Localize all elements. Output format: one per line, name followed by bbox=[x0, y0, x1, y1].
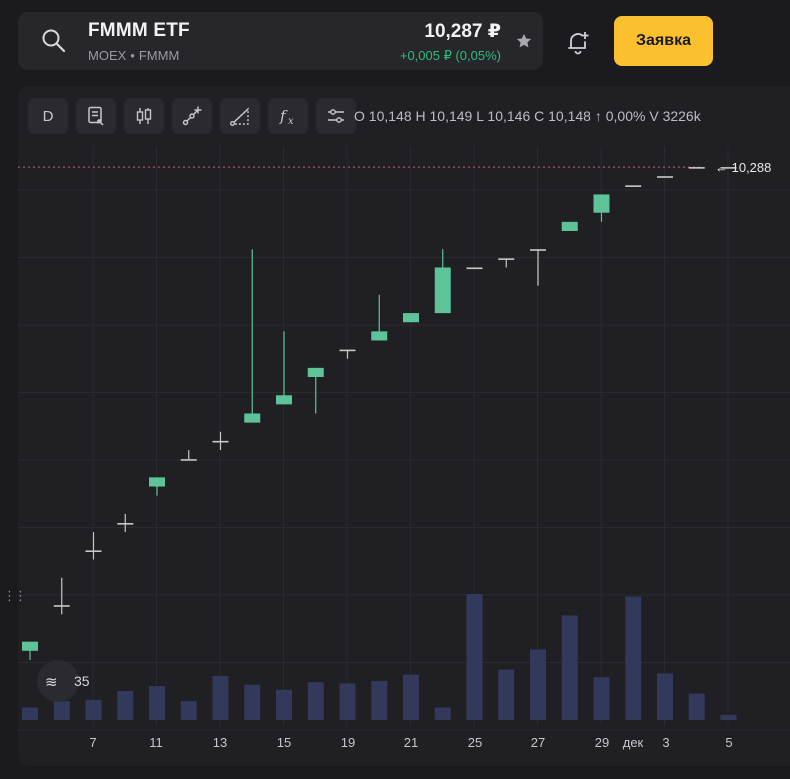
volume-bar bbox=[307, 682, 324, 720]
fib-tool-icon[interactable] bbox=[220, 98, 260, 134]
candle-body bbox=[307, 367, 324, 377]
candle-body bbox=[212, 440, 229, 443]
volume-bar bbox=[466, 594, 483, 720]
candlestick-chart[interactable]: ← 10,288≋ 357 11 13 15 19 21 25 27 29 дек 3 5 bbox=[18, 86, 790, 766]
x-tick-label: 3 bbox=[662, 735, 669, 750]
x-tick-label: 15 bbox=[277, 735, 291, 750]
ohlc-readout: O 10,148 H 10,149 L 10,146 C 10,148 ↑ 0,… bbox=[354, 108, 701, 124]
candle-body bbox=[244, 413, 261, 423]
candle-body bbox=[530, 249, 546, 251]
price-change: +0,005 ₽ (0,05%) bbox=[399, 48, 501, 63]
interval-button[interactable]: D bbox=[28, 98, 68, 134]
x-tick-label: 7 bbox=[89, 735, 96, 750]
candle-body bbox=[117, 523, 134, 525]
candle-body bbox=[53, 605, 70, 607]
logo-icon: ≋ bbox=[45, 673, 58, 691]
current-price: 10,287 ₽ bbox=[424, 21, 501, 42]
svg-text:x: x bbox=[288, 116, 294, 127]
volume-bar bbox=[371, 680, 388, 720]
volume-bar bbox=[180, 701, 197, 720]
volume-bar bbox=[720, 714, 737, 720]
candle-body bbox=[466, 267, 483, 270]
candle-body bbox=[180, 459, 197, 461]
volume-bar bbox=[85, 699, 102, 720]
candle-body bbox=[371, 331, 388, 341]
search-icon[interactable] bbox=[40, 27, 68, 55]
panel-drag-handle[interactable]: ⋮⋮ bbox=[3, 588, 27, 604]
candle-body bbox=[22, 641, 38, 651]
change-value: ↑ 0,00% bbox=[594, 108, 646, 124]
notes-icon[interactable] bbox=[76, 98, 116, 134]
volume-bar bbox=[212, 675, 229, 720]
star-icon[interactable] bbox=[515, 32, 533, 50]
volume-bar bbox=[593, 677, 610, 720]
chart-panel[interactable]: ← 10,288 ≋ 35 7 11 13 15 19 21 25 27 29 дек 3 5 D fx O… bbox=[18, 86, 790, 766]
candle-body bbox=[561, 221, 578, 231]
candle-body bbox=[276, 395, 292, 405]
low-value: 10,146 bbox=[487, 108, 531, 124]
candle-body bbox=[498, 258, 515, 260]
indicators-icon[interactable]: fx bbox=[268, 98, 308, 134]
last-price-label: ← 10,288 bbox=[715, 160, 771, 175]
x-tick-label: 25 bbox=[468, 735, 482, 750]
x-tick-label: 19 bbox=[341, 735, 355, 750]
svg-text:f: f bbox=[279, 107, 288, 125]
order-button[interactable]: Заявка bbox=[614, 16, 713, 66]
close-value: 10,148 bbox=[548, 108, 591, 124]
x-tick-label: дек bbox=[623, 735, 644, 750]
settings-sliders-icon[interactable] bbox=[316, 98, 356, 134]
candle-body bbox=[434, 267, 451, 314]
logo-badge bbox=[37, 660, 79, 702]
instrument-subtitle: MOEX • FMMM bbox=[88, 48, 179, 63]
instrument-name: FMMM ETF bbox=[88, 20, 190, 41]
x-tick-label: 11 bbox=[149, 735, 163, 750]
volume-bar bbox=[149, 685, 165, 720]
candle-body bbox=[657, 176, 673, 178]
candle-body bbox=[85, 550, 102, 553]
volume-bar bbox=[22, 707, 38, 720]
candle-body bbox=[149, 477, 165, 487]
volume-bar bbox=[625, 596, 642, 720]
open-value: 10,148 bbox=[368, 108, 412, 124]
candle-body bbox=[688, 167, 705, 169]
volume-label: V bbox=[649, 108, 659, 124]
exchange-label: MOEX bbox=[88, 48, 127, 63]
volume-bar bbox=[657, 673, 673, 720]
separator-dot: • bbox=[130, 48, 135, 63]
instrument-header: FMMM ETF MOEX • FMMM 10,287 ₽ +0,005 ₽ (0,… bbox=[18, 12, 543, 70]
open-label: O bbox=[354, 108, 365, 124]
volume-bar bbox=[117, 691, 134, 720]
candle-body bbox=[403, 313, 419, 323]
ticker-code: FMMM bbox=[138, 48, 180, 63]
bell-plus-icon[interactable] bbox=[563, 28, 593, 58]
volume-bar bbox=[561, 615, 578, 720]
x-tick-label: 27 bbox=[531, 735, 545, 750]
volume-bar bbox=[244, 684, 261, 720]
volume-value: 3226k bbox=[662, 108, 701, 124]
high-label: H bbox=[415, 108, 426, 124]
volume-bar bbox=[498, 669, 515, 720]
high-value: 10,149 bbox=[429, 108, 473, 124]
left-price-label: 35 bbox=[74, 673, 90, 689]
candle-body bbox=[625, 185, 642, 187]
x-tick-label: 13 bbox=[213, 735, 227, 750]
x-tick-label: 29 bbox=[595, 735, 609, 750]
volume-bar bbox=[434, 707, 451, 720]
candles-icon[interactable] bbox=[124, 98, 164, 134]
trend-line-icon[interactable] bbox=[172, 98, 212, 134]
volume-bar bbox=[530, 649, 546, 720]
volume-bar bbox=[53, 701, 70, 720]
x-tick-label: 5 bbox=[725, 735, 732, 750]
x-tick-label: 21 bbox=[404, 735, 418, 750]
volume-bar bbox=[403, 674, 419, 720]
candle-body bbox=[593, 194, 610, 213]
volume-bar bbox=[688, 693, 705, 720]
volume-bar bbox=[339, 683, 356, 720]
volume-bar bbox=[276, 689, 292, 720]
low-label: L bbox=[476, 108, 484, 124]
chart-toolbar: D fx bbox=[28, 98, 356, 134]
candle-body bbox=[339, 349, 356, 352]
close-label: C bbox=[534, 108, 545, 124]
